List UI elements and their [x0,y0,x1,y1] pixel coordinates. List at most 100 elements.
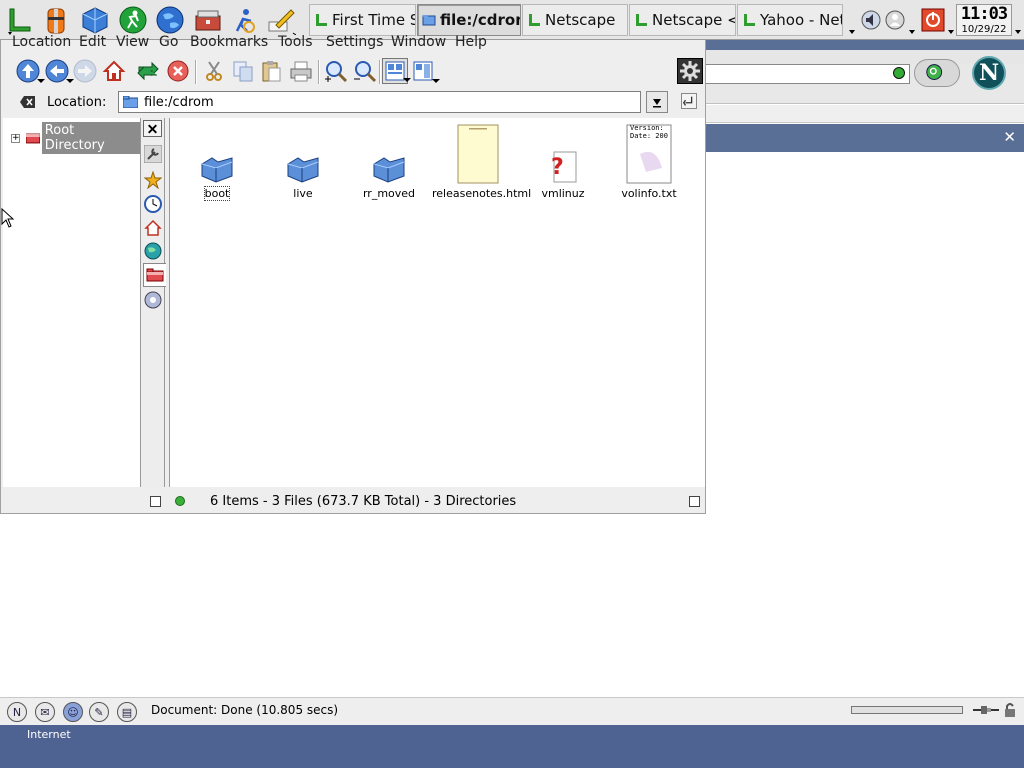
file-label: vmlinuz [541,187,585,200]
zoom-in-button[interactable] [323,58,349,84]
view-mode-button[interactable] [382,58,411,84]
copy-icon [233,61,253,82]
menu-bookmarks[interactable]: Bookmarks [190,34,268,50]
link-view-checkbox-right[interactable] [689,496,700,507]
globe-icon [144,242,162,260]
location-field[interactable]: file:/cdrom [118,91,641,113]
forward-button[interactable] [72,58,98,84]
zoom-out-button[interactable] [352,58,378,84]
clock-menu-arrow[interactable] [1014,4,1022,36]
online-plug-icon[interactable] [973,704,999,716]
zoom-in-icon [325,61,348,83]
volume-icon[interactable] [860,4,882,36]
power-menu-arrow[interactable] [948,4,954,36]
file-label: releasenotes.html [432,187,532,200]
split-view-button[interactable] [410,58,440,84]
file-item-rr-moved[interactable]: rr_moved [344,122,434,200]
mail-icon[interactable]: ✉ [35,702,55,722]
menu-tools[interactable]: Tools [278,34,313,50]
navtab-root-folder[interactable] [143,263,166,287]
file-item-live[interactable]: live [258,122,348,200]
user-icon[interactable] [884,4,906,36]
globe-icon[interactable] [153,3,187,37]
menu-go[interactable]: Go [159,34,178,50]
menu-location[interactable]: Location [12,34,71,50]
netscape-search-button[interactable] [914,59,960,87]
navigation-panel-tabs [140,118,166,488]
file-item-vmlinuz[interactable]: ? vmlinuz [518,122,608,200]
home-button[interactable] [101,58,127,84]
location-label: Location: [47,95,107,110]
composer-icon[interactable]: ✎ [89,702,109,722]
file-item-releasenotes[interactable]: releasenotes.html [432,122,531,200]
toolbar-separator [318,60,320,84]
back-button[interactable] [44,58,74,84]
menu-edit[interactable]: Edit [79,34,106,50]
cube-icon[interactable] [78,3,112,37]
menu-settings[interactable]: Settings [326,34,383,50]
paste-button[interactable] [258,58,284,84]
paste-icon [262,61,281,82]
task-first-time[interactable]: First Time S [309,4,416,36]
zoom-out-icon [354,61,377,83]
cut-button[interactable] [201,58,227,84]
navtab-configure[interactable] [143,144,163,164]
throbber[interactable] [677,58,703,84]
clear-location-button[interactable] [20,95,36,109]
reload-button[interactable] [135,58,161,84]
stop-button[interactable] [165,58,191,84]
back-arrow-icon [45,59,69,83]
navigator-icon[interactable]: N [7,702,27,722]
clock[interactable]: 11:03 10/29/22 [956,4,1012,36]
tray-scroll-arrow[interactable] [908,4,916,36]
life-vest-icon[interactable] [39,3,73,37]
tree-node-root[interactable]: + Root Directory [11,122,140,154]
toolbox-icon[interactable] [191,3,225,37]
navtab-network[interactable] [143,241,163,261]
task-file-cdrom[interactable]: file:/cdrom [417,4,521,36]
file-item-volinfo[interactable]: Version: Date: 200 volinfo.txt [604,122,694,200]
tree-expander[interactable]: + [11,133,20,143]
toolbar-separator [379,60,381,84]
security-zone-label: Internet [27,728,71,741]
copy-button[interactable] [230,58,256,84]
paint-brush-icon[interactable] [264,3,298,37]
print-button[interactable] [288,58,314,84]
menu-window[interactable]: Window [391,34,446,50]
up-button[interactable] [15,58,45,84]
address-book-icon[interactable]: ▤ [117,702,137,722]
file-label: rr_moved [362,187,416,200]
task-yahoo[interactable]: Yahoo - Net [737,4,843,36]
dropdown-icon[interactable] [893,67,905,79]
close-navpanel-button[interactable] [143,120,162,137]
folder-icon [373,157,405,183]
link-view-checkbox[interactable] [150,496,161,507]
lock-icon[interactable] [1003,702,1017,718]
task-netscape[interactable]: Netscape [522,4,628,36]
file-label: live [293,187,313,200]
split-view-icon [413,61,433,81]
go-button[interactable] [681,93,697,109]
enter-icon [682,96,693,106]
runner-icon[interactable] [116,3,150,37]
accessibility-icon[interactable] [227,3,261,37]
instant-messenger-icon[interactable]: ☺ [63,702,83,722]
main-toolbar [1,54,705,90]
task-netscape-2[interactable]: Netscape <2 [629,4,736,36]
navtab-history[interactable] [143,194,163,214]
navtab-services[interactable] [143,290,163,310]
toolbar-separator [195,60,197,84]
location-history-dropdown[interactable] [646,91,668,113]
netscape-url-field[interactable] [706,64,910,84]
navtab-bookmarks[interactable] [143,170,163,190]
linspire-icon [636,14,647,26]
file-item-boot[interactable]: boot [172,122,262,201]
menu-view[interactable]: View [116,34,149,50]
power-icon[interactable] [920,4,946,36]
reload-icon [137,61,159,81]
menu-help[interactable]: Help [455,34,487,50]
navtab-home[interactable] [143,218,163,238]
taskbar-scroll-arrow[interactable] [846,4,858,36]
close-icon[interactable]: ✕ [1003,128,1016,146]
kmenu-button[interactable] [2,3,36,37]
